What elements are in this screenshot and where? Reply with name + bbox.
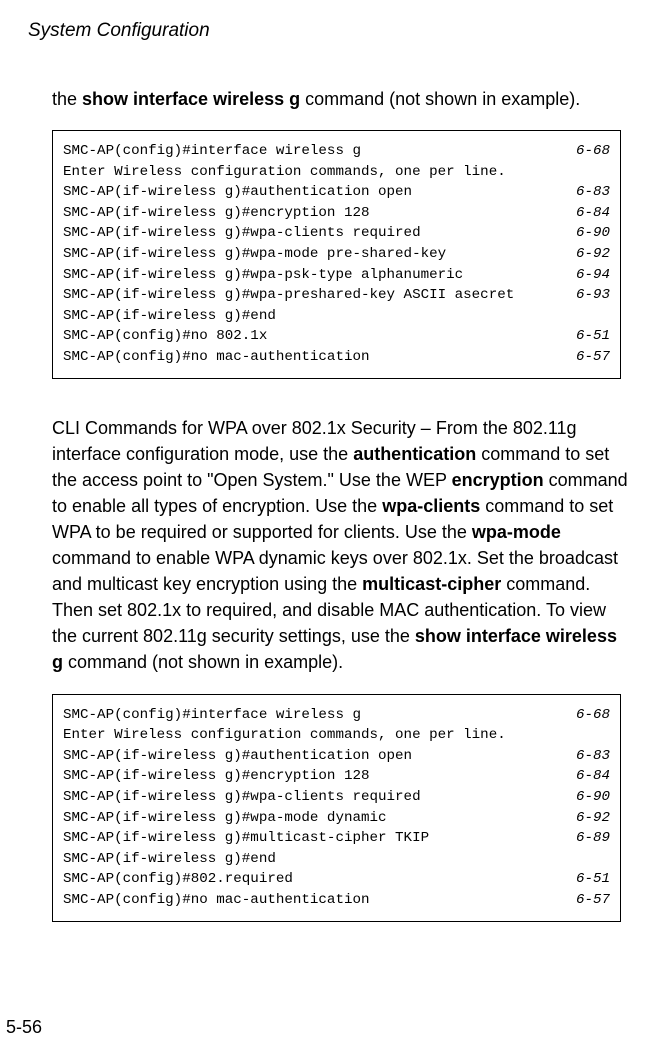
cli-command: Enter Wireless configuration commands, o… (63, 162, 506, 183)
intro-suffix: command (not shown in example). (300, 89, 580, 109)
cli-command: SMC-AP(config)#interface wireless g (63, 705, 361, 726)
cli-reference: 6-93 (570, 285, 610, 306)
cli-line: SMC-AP(if-wireless g)#wpa-clients requir… (63, 787, 610, 808)
cli-reference: 6-68 (570, 705, 610, 726)
cli-command: SMC-AP(if-wireless g)#authentication ope… (63, 182, 412, 203)
cli-reference: 6-68 (570, 141, 610, 162)
cli-line: SMC-AP(if-wireless g)#multicast-cipher T… (63, 828, 610, 849)
cli-command: SMC-AP(if-wireless g)#wpa-mode pre-share… (63, 244, 446, 265)
cli-line: SMC-AP(if-wireless g)#wpa-mode dynamic 6-… (63, 808, 610, 829)
cli-line: SMC-AP(if-wireless g)#encryption 128 6-84 (63, 203, 610, 224)
p2-b1: authentication (353, 444, 476, 464)
cli-block-1: SMC-AP(config)#interface wireless g 6-68 E… (52, 130, 621, 379)
cli-reference: 6-94 (570, 265, 610, 286)
p2-b2: encryption (452, 470, 544, 490)
cli-command: SMC-AP(if-wireless g)#wpa-clients requir… (63, 223, 421, 244)
cli-command: SMC-AP(config)#no 802.1x (63, 326, 267, 347)
cli-command: SMC-AP(if-wireless g)#wpa-psk-type alpha… (63, 265, 463, 286)
cli-line: SMC-AP(config)#no mac-authentication 6-57 (63, 347, 610, 368)
cli-line: SMC-AP(if-wireless g)#encryption 128 6-84 (63, 766, 610, 787)
cli-line: SMC-AP(config)#no mac-authentication 6-57 (63, 890, 610, 911)
header-title: System Configuration (28, 20, 210, 41)
cli-line: SMC-AP(if-wireless g)#authentication ope… (63, 182, 610, 203)
cli-reference: 6-90 (570, 787, 610, 808)
cli-reference: 6-57 (570, 890, 610, 911)
cli-command: SMC-AP(config)#no mac-authentication (63, 890, 370, 911)
cli-line: SMC-AP(config)#interface wireless g 6-68 (63, 141, 610, 162)
page-number-text: 5-56 (6, 1017, 42, 1037)
cli-line: SMC-AP(if-wireless g)#end (63, 306, 610, 327)
cli-line: SMC-AP(if-wireless g)#wpa-clients requir… (63, 223, 610, 244)
cli-line: SMC-AP(config)#interface wireless g 6-68 (63, 705, 610, 726)
intro-prefix: the (52, 89, 82, 109)
cli-reference: 6-57 (570, 347, 610, 368)
page-number: 5-56 (6, 1017, 42, 1038)
p2-t7: command (not shown in example). (63, 652, 343, 672)
cli-command: SMC-AP(if-wireless g)#wpa-clients requir… (63, 787, 421, 808)
cli-reference: 6-83 (570, 746, 610, 767)
cli-line: SMC-AP(if-wireless g)#wpa-psk-type alpha… (63, 265, 610, 286)
p2-b5: multicast-cipher (362, 574, 501, 594)
cli-line: SMC-AP(config)#no 802.1x 6-51 (63, 326, 610, 347)
intro-paragraph: the show interface wireless g command (n… (52, 86, 629, 112)
cli-reference: 6-92 (570, 808, 610, 829)
page-container: System Configuration the show interface … (0, 0, 657, 1052)
cli-reference: 6-51 (570, 869, 610, 890)
cli-line: SMC-AP(if-wireless g)#wpa-mode pre-share… (63, 244, 610, 265)
cli-reference: 6-84 (570, 203, 610, 224)
p2-b3: wpa-clients (382, 496, 480, 516)
cli-reference: 6-51 (570, 326, 610, 347)
cli-command: SMC-AP(config)#no mac-authentication (63, 347, 370, 368)
cli-command: SMC-AP(config)#802.required (63, 869, 293, 890)
cli-command: SMC-AP(config)#interface wireless g (63, 141, 361, 162)
cli-reference: 6-89 (570, 828, 610, 849)
cli-line: SMC-AP(config)#802.required 6-51 (63, 869, 610, 890)
cli-command: SMC-AP(if-wireless g)#end (63, 306, 276, 327)
cli-command: SMC-AP(if-wireless g)#multicast-cipher T… (63, 828, 429, 849)
cli-line: Enter Wireless configuration commands, o… (63, 162, 610, 183)
cli-line: SMC-AP(if-wireless g)#authentication ope… (63, 746, 610, 767)
cli-command: SMC-AP(if-wireless g)#encryption 128 (63, 766, 370, 787)
cli-line: SMC-AP(if-wireless g)#end (63, 849, 610, 870)
cli-line: SMC-AP(if-wireless g)#wpa-preshared-key … (63, 285, 610, 306)
cli-reference: 6-90 (570, 223, 610, 244)
cli-block-2: SMC-AP(config)#interface wireless g 6-68 E… (52, 694, 621, 922)
cli-command: Enter Wireless configuration commands, o… (63, 725, 506, 746)
cli-reference: 6-83 (570, 182, 610, 203)
p2-b4: wpa-mode (472, 522, 561, 542)
cli-reference: 6-92 (570, 244, 610, 265)
page-header: System Configuration (28, 20, 629, 42)
cli-command: SMC-AP(if-wireless g)#end (63, 849, 276, 870)
paragraph-2: CLI Commands for WPA over 802.1x Securit… (52, 415, 629, 676)
cli-line: Enter Wireless configuration commands, o… (63, 725, 610, 746)
cli-reference: 6-84 (570, 766, 610, 787)
cli-command: SMC-AP(if-wireless g)#authentication ope… (63, 746, 412, 767)
intro-bold: show interface wireless g (82, 89, 300, 109)
cli-command: SMC-AP(if-wireless g)#wpa-preshared-key … (63, 285, 514, 306)
cli-command: SMC-AP(if-wireless g)#wpa-mode dynamic (63, 808, 387, 829)
cli-command: SMC-AP(if-wireless g)#encryption 128 (63, 203, 370, 224)
